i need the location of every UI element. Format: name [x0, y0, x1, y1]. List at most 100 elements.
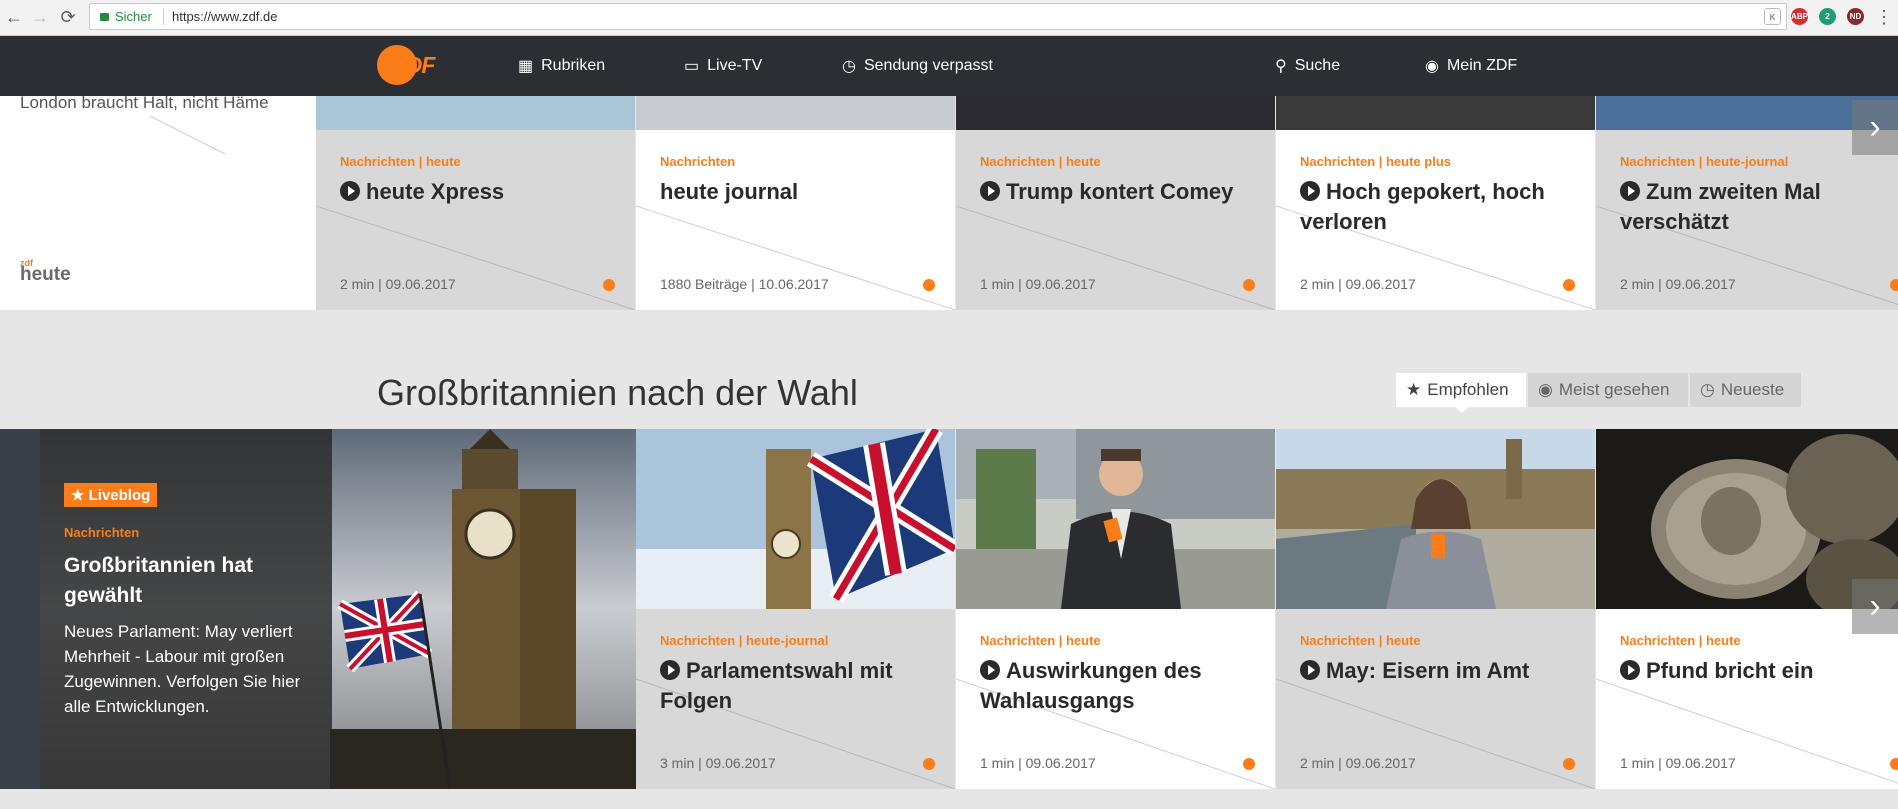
star-icon: ★: [71, 487, 89, 504]
url-divider: [163, 9, 164, 25]
grid-icon: ▦: [518, 58, 534, 75]
status-dot: [1563, 279, 1575, 291]
search-icon: ⚲: [1275, 58, 1287, 75]
extension-k-icon[interactable]: K: [1764, 8, 1781, 25]
filter-neueste[interactable]: ◷ Neueste: [1690, 373, 1801, 407]
status-dot: [603, 279, 615, 291]
play-icon: [1620, 181, 1640, 201]
status-dot: [923, 279, 935, 291]
browser-menu-icon[interactable]: ⋮: [1874, 6, 1894, 28]
status-dot: [1243, 279, 1255, 291]
card-meta: 2 min | 09.06.2017: [1300, 276, 1416, 292]
big-teaser-liveblog[interactable]: ★ Liveblog Nachrichten Großbritannien ha…: [0, 429, 636, 789]
status-dot: [1243, 758, 1255, 770]
url-text[interactable]: https://www.zdf.de: [172, 9, 278, 24]
status-dot: [1890, 279, 1898, 291]
teaser-row-1: London braucht Halt, nicht Häme zdf heute…: [0, 96, 1898, 310]
status-dot: [1890, 758, 1898, 770]
card-title[interactable]: heute Xpress: [340, 177, 615, 207]
carousel-next-button[interactable]: ›: [1852, 579, 1898, 634]
card-meta: 1 min | 09.06.2017: [980, 755, 1096, 771]
play-icon: [1300, 181, 1320, 201]
forward-icon[interactable]: →: [30, 6, 50, 28]
play-icon: [1620, 660, 1640, 680]
card-decoration: [1276, 678, 1595, 789]
filter-meist-gesehen[interactable]: ◉ Meist gesehen: [1528, 373, 1688, 407]
play-icon: [340, 181, 360, 201]
card-title[interactable]: Parlamentswahl mit Folgen: [660, 656, 935, 716]
card-hoch-gepokert[interactable]: Nachrichten | heute plus Hoch gepokert, …: [1276, 96, 1595, 310]
card-title[interactable]: Hoch gepokert, hoch verloren: [1300, 177, 1575, 237]
nav-live-tv[interactable]: ▭ Live-TV: [684, 56, 762, 76]
play-icon: [660, 660, 680, 680]
tv-icon: ▭: [684, 58, 700, 75]
card-decoration: [636, 678, 955, 789]
card-meta: 2 min | 09.06.2017: [1620, 276, 1736, 292]
active-filter-pointer: [1454, 406, 1470, 413]
nav-mein-zdf[interactable]: ◉ Mein ZDF: [1425, 56, 1517, 76]
card-title[interactable]: Auswirkungen des Wahlausgangs: [980, 656, 1255, 716]
card-meta: 1 min | 09.06.2017: [1620, 755, 1736, 771]
card-category: Nachrichten | heute: [1620, 633, 1741, 648]
card-heute-xpress[interactable]: Nachrichten | heute heute Xpress 2 min |…: [316, 96, 635, 310]
card-category: Nachrichten | heute plus: [1300, 154, 1451, 169]
liveblog-badge: ★ Liveblog: [64, 483, 158, 507]
big-teaser-description: Neues Parlament: May verliert Mehrheit -…: [64, 622, 301, 716]
card-heute-journal[interactable]: Nachrichten heute journal 1880 Beiträge …: [636, 96, 955, 310]
zdf-logo-text[interactable]: 2DF: [394, 52, 435, 79]
big-teaser-title[interactable]: Großbritannien hat gewählt: [64, 551, 314, 611]
filter-empfohlen[interactable]: ★ Empfohlen: [1396, 373, 1526, 407]
adblock-icon[interactable]: ABP: [1791, 8, 1808, 25]
card-category: Nachrichten | heute: [340, 154, 461, 169]
teaser-row-2: ★ Liveblog Nachrichten Großbritannien ha…: [0, 429, 1898, 789]
secure-indicator[interactable]: Sicher: [100, 9, 152, 24]
status-dot: [923, 758, 935, 770]
card-decoration: [956, 678, 1275, 789]
page-bottom: [0, 789, 1898, 809]
card-title[interactable]: Zum zweiten Mal verschätzt: [1620, 177, 1878, 237]
teaser-left-title: London braucht Halt, nicht Häme: [20, 96, 269, 112]
card-meta: 2 min | 09.06.2017: [1300, 755, 1416, 771]
user-icon: ◉: [1425, 58, 1439, 75]
chevron-right-icon: ›: [1869, 587, 1881, 625]
section-title: Großbritannien nach der Wahl: [377, 372, 858, 413]
address-bar[interactable]: Sicher https://www.zdf.de ☆: [89, 3, 1787, 30]
card-title[interactable]: Pfund bricht ein: [1620, 656, 1878, 686]
teaser-left[interactable]: London braucht Halt, nicht Häme zdf heute: [0, 96, 316, 310]
card-title[interactable]: heute journal: [660, 177, 935, 207]
carousel-next-button[interactable]: ›: [1852, 100, 1898, 155]
card-category: Nachrichten | heute: [980, 633, 1101, 648]
card-meta: 3 min | 09.06.2017: [660, 755, 776, 771]
card-trump-kontert-comey[interactable]: Nachrichten | heute Trump kontert Comey …: [956, 96, 1275, 310]
play-icon: [1300, 660, 1320, 680]
card-title[interactable]: May: Eisern im Amt: [1300, 656, 1575, 686]
play-icon: [980, 660, 1000, 680]
eye-icon: ◉: [1538, 380, 1553, 399]
card-category: Nachrichten | heute: [1300, 633, 1421, 648]
back-icon[interactable]: ←: [4, 6, 24, 28]
decorative-line: [150, 116, 226, 155]
big-teaser-category: Nachrichten: [64, 525, 140, 540]
card-parlamentswahl[interactable]: Nachrichten | heute-journal Parlamentswa…: [636, 429, 955, 789]
card-meta: 2 min | 09.06.2017: [340, 276, 456, 292]
extension-badge-icon[interactable]: 2: [1819, 8, 1836, 25]
card-category: Nachrichten | heute-journal: [660, 633, 829, 648]
card-category: Nachrichten | heute-journal: [1620, 154, 1789, 169]
big-teaser-info: ★ Liveblog Nachrichten Großbritannien ha…: [40, 429, 332, 789]
star-icon: ★: [1406, 380, 1422, 399]
nav-suche[interactable]: ⚲ Suche: [1275, 56, 1340, 76]
card-auswirkungen[interactable]: Nachrichten | heute Auswirkungen des Wah…: [956, 429, 1275, 789]
browser-toolbar: ← → ⟳ Sicher https://www.zdf.de ☆ K ABP …: [0, 0, 1898, 36]
card-category: Nachrichten | heute: [980, 154, 1101, 169]
nav-rubriken[interactable]: ▦ Rubriken: [518, 56, 605, 76]
nav-sendung-verpasst[interactable]: ◷ Sendung verpasst: [842, 56, 993, 76]
reload-icon[interactable]: ⟳: [58, 6, 78, 28]
card-category: Nachrichten: [660, 154, 736, 169]
card-title[interactable]: Trump kontert Comey: [980, 177, 1255, 207]
extension-nd-icon[interactable]: ND: [1847, 8, 1864, 25]
heute-logo: zdf heute: [20, 258, 71, 285]
card-meta: 1 min | 09.06.2017: [980, 276, 1096, 292]
card-may-eisern[interactable]: Nachrichten | heute May: Eisern im Amt 2…: [1276, 429, 1595, 789]
play-icon: [980, 181, 1000, 201]
clock-icon: ◷: [842, 58, 856, 75]
